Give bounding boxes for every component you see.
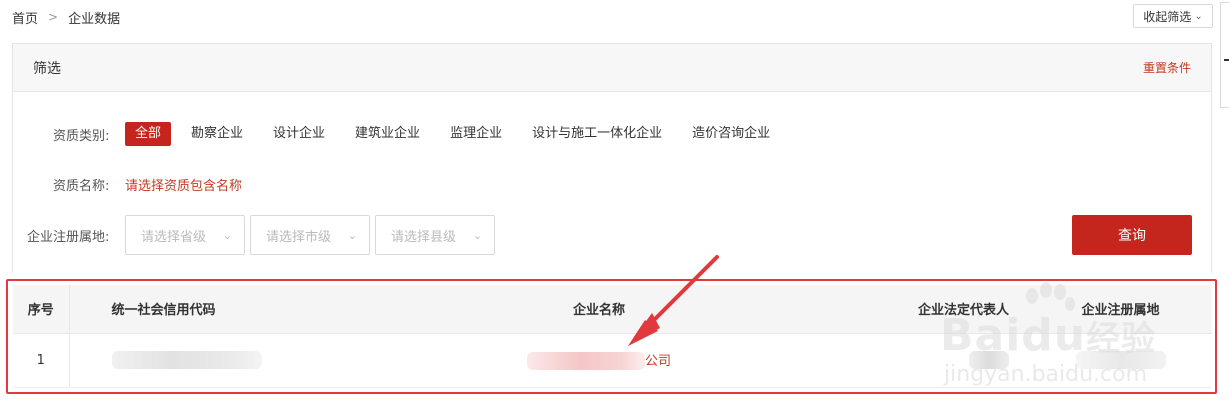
chevron-down-icon: ⌄ <box>1194 10 1203 22</box>
type-option-supervision[interactable]: 监理企业 <box>440 122 512 146</box>
city-select[interactable]: 请选择市级 ⌄ <box>250 215 370 255</box>
region-row: 企业注册属地: 请选择省级 ⌄ 请选择市级 ⌄ 请选择县级 ⌄ <box>27 215 500 255</box>
collapse-filter-button[interactable]: 收起筛选 ⌄ <box>1133 4 1213 28</box>
qualification-name-selector[interactable]: 请选择资质包含名称 <box>125 175 242 194</box>
side-panel-edge <box>1220 2 1229 108</box>
county-placeholder: 请选择县级 <box>391 229 457 245</box>
type-option-design-build[interactable]: 设计与施工一体化企业 <box>522 122 672 146</box>
breadcrumb-separator: > <box>48 10 59 24</box>
baidu-jingyan-watermark: Baidu经验 jingyan.baidu.com <box>940 282 1180 392</box>
type-option-cost-consulting[interactable]: 造价咨询企业 <box>682 122 780 146</box>
chevron-down-icon: ⌄ <box>222 228 232 242</box>
city-placeholder: 请选择市级 <box>266 229 332 245</box>
type-option-survey[interactable]: 勘察企业 <box>181 122 253 146</box>
qualification-type-label: 资质类别: <box>53 128 110 144</box>
reset-conditions-link[interactable]: 重置条件 <box>1143 59 1191 76</box>
chevron-down-icon: ⌄ <box>347 228 357 242</box>
breadcrumb-home[interactable]: 首页 <box>12 8 38 27</box>
watermark-url: jingyan.baidu.com <box>944 362 1148 387</box>
province-placeholder: 请选择省级 <box>141 229 207 245</box>
qualification-name-row: 资质名称: 请选择资质包含名称 <box>53 174 242 194</box>
query-button[interactable]: 查询 <box>1072 215 1192 255</box>
watermark-brand: Baidu经验 <box>940 310 1156 361</box>
type-option-design[interactable]: 设计企业 <box>263 122 335 146</box>
qualification-name-label: 资质名称: <box>53 178 110 194</box>
filter-title: 筛选 <box>33 60 61 77</box>
region-label: 企业注册属地: <box>27 229 110 245</box>
dash-icon <box>1224 59 1229 61</box>
qualification-type-row: 资质类别: 全部 勘察企业 设计企业 建筑业企业 监理企业 设计与施工一体化企业… <box>53 121 790 147</box>
type-option-all[interactable]: 全部 <box>125 122 172 146</box>
filter-panel: 筛选 重置条件 资质类别: 全部 勘察企业 设计企业 建筑业企业 监理企业 设计… <box>12 43 1212 273</box>
filter-header: 筛选 重置条件 <box>13 44 1211 92</box>
breadcrumb-current: 企业数据 <box>68 11 121 27</box>
watermark-cn-text: 经验 <box>1086 319 1157 359</box>
county-select[interactable]: 请选择县级 ⌄ <box>375 215 495 255</box>
breadcrumb: 首页 > 企业数据 <box>12 7 120 27</box>
chevron-down-icon: ⌄ <box>472 228 482 242</box>
type-option-construction[interactable]: 建筑业企业 <box>345 122 430 146</box>
watermark-brand-text: Baidu <box>940 310 1087 361</box>
province-select[interactable]: 请选择省级 ⌄ <box>125 215 245 255</box>
collapse-filter-label: 收起筛选 <box>1143 9 1192 24</box>
